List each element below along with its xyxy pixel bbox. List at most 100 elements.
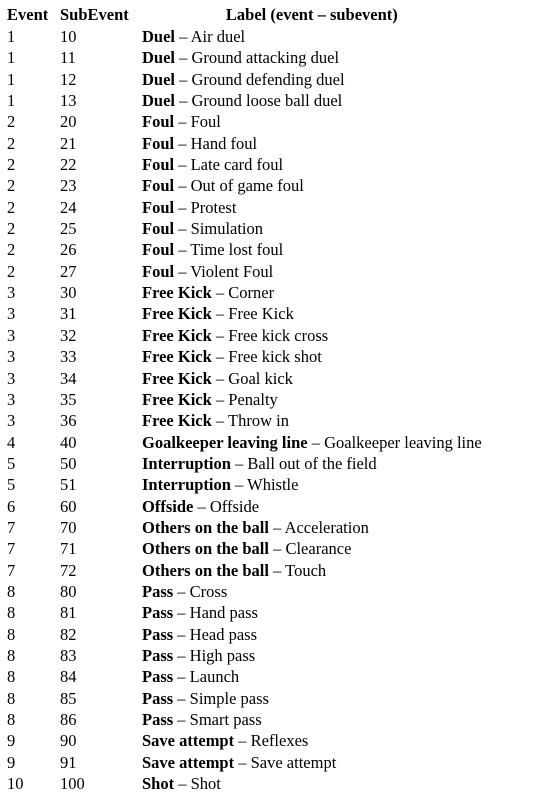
event-name: Foul	[142, 240, 175, 260]
label-cell: Free Kick – Penalty	[142, 389, 482, 410]
event-subevent-table: Event SubEvent Label (event – subevent) …	[7, 4, 482, 794]
label-cell: Offside – Offside	[142, 496, 482, 517]
label-separator: –	[173, 581, 190, 601]
label-separator: –	[211, 325, 229, 345]
table-row: 8 81 Pass – Hand pass	[7, 602, 482, 623]
event-id-cell: 9	[7, 731, 16, 751]
subevent-id-cell: 30	[60, 283, 77, 303]
event-id-cell: 3	[7, 325, 16, 345]
header-subevent: SubEvent	[60, 5, 129, 24]
table-row: 3 30 Free Kick – Corner	[7, 282, 482, 303]
table-header: Event SubEvent Label (event – subevent)	[7, 4, 482, 26]
subevent-name: Smart pass	[189, 710, 262, 729]
label-cell: Pass – High pass	[142, 645, 482, 666]
event-id-cell: 2	[7, 219, 16, 239]
label-separator: –	[211, 368, 229, 388]
label-separator: –	[268, 560, 286, 580]
subevent-name: Acceleration	[284, 517, 369, 537]
subevent-name: Clearance	[285, 539, 352, 559]
subevent-name: Out of game foul	[190, 176, 304, 196]
label-separator: –	[268, 517, 285, 537]
subevent-id-cell: 81	[60, 603, 77, 623]
subevent-name: Reflexes	[250, 731, 309, 751]
table-row: 3 31 Free Kick – Free Kick	[7, 303, 482, 324]
label-cell: Foul – Simulation	[142, 218, 482, 239]
table-row: 1 11 Duel – Ground attacking duel	[7, 47, 482, 68]
event-id-cell: 2	[7, 155, 16, 175]
subevent-name: Protest	[190, 197, 237, 217]
subevent-id-cell: 84	[60, 667, 77, 687]
subevent-name: Late card foul	[190, 155, 284, 175]
event-id-cell: 8	[7, 624, 16, 644]
event-id-cell: 2	[7, 197, 16, 217]
label-cell: Pass – Hand pass	[142, 602, 482, 623]
event-name: Duel	[142, 69, 175, 89]
event-id-cell: 5	[7, 453, 16, 473]
label-separator: –	[174, 176, 191, 196]
subevent-name: Air duel	[190, 27, 246, 46]
label-cell: Goalkeeper leaving line – Goalkeeper lea…	[142, 432, 482, 453]
event-id-cell: 3	[7, 347, 16, 367]
label-cell: Free Kick – Free kick shot	[142, 346, 482, 367]
label-separator: –	[174, 240, 191, 260]
event-name: Pass	[142, 645, 174, 665]
subevent-id-cell: 23	[60, 176, 77, 196]
subevent-id-cell: 24	[60, 197, 77, 217]
event-name: Foul	[142, 155, 175, 175]
label-cell: Interruption – Whistle	[142, 474, 482, 495]
label-cell: Foul – Violent Foul	[142, 261, 482, 282]
event-id-cell: 6	[7, 496, 16, 516]
event-name: Foul	[142, 133, 175, 153]
label-cell: Foul – Out of game foul	[142, 175, 482, 196]
event-name: Free Kick	[142, 283, 212, 303]
label-cell: Duel – Ground attacking duel	[142, 47, 482, 68]
event-name: Others on the ball	[142, 539, 269, 559]
label-separator: –	[268, 539, 286, 559]
label-separator: –	[175, 48, 192, 68]
event-name: Duel	[142, 27, 175, 46]
event-name: Interruption	[142, 453, 231, 473]
subevent-name: High pass	[189, 645, 256, 665]
event-name: Free Kick	[142, 325, 212, 345]
subevent-id-cell: 60	[60, 496, 77, 516]
subevent-name: Ball out of the field	[247, 453, 377, 473]
event-name: Foul	[142, 112, 175, 132]
label-separator: –	[174, 197, 191, 217]
table-row: 4 40 Goalkeeper leaving line – Goalkeeper …	[7, 432, 482, 453]
label-separator: –	[175, 27, 191, 46]
subevent-id-cell: 70	[60, 517, 77, 537]
table-body: 1 10 Duel – Air duel 1 11 Duel – Ground attac…	[7, 26, 482, 794]
header-row: Event SubEvent Label (event – subevent)	[7, 4, 482, 26]
table-row: 7 70 Others on the ball – Acceleration	[7, 517, 482, 538]
label-separator: –	[230, 453, 248, 473]
subevent-name: Goal kick	[228, 368, 293, 388]
table-row: 5 50 Interruption – Ball out of the field	[7, 453, 482, 474]
label-cell: Free Kick – Corner	[142, 282, 482, 303]
label-cell: Foul – Hand foul	[142, 133, 482, 154]
event-name: Foul	[142, 176, 175, 196]
event-id-cell: 8	[7, 667, 16, 687]
label-separator: –	[174, 112, 191, 132]
subevent-name: Time lost foul	[190, 240, 284, 260]
subevent-name: Free kick shot	[228, 347, 322, 367]
label-separator: –	[174, 261, 191, 281]
event-name: Save attempt	[142, 731, 235, 751]
table-row: 9 90 Save attempt – Reflexes	[7, 730, 482, 751]
event-id-cell: 2	[7, 176, 16, 196]
table-row: 7 71 Others on the ball – Clearance	[7, 538, 482, 559]
subevent-id-cell: 32	[60, 325, 77, 345]
table-row: 8 82 Pass – Head pass	[7, 624, 482, 645]
table-row: 8 86 Pass – Smart pass	[7, 709, 482, 730]
table-row: 3 33 Free Kick – Free kick shot	[7, 346, 482, 367]
label-separator: –	[211, 411, 228, 431]
event-id-cell: 9	[7, 752, 16, 772]
subevent-name: Free kick cross	[228, 325, 329, 345]
subevent-id-cell: 80	[60, 581, 77, 601]
event-id-cell: 1	[7, 69, 16, 89]
subevent-id-cell: 90	[60, 731, 77, 751]
subevent-id-cell: 21	[60, 133, 77, 153]
label-separator: –	[175, 69, 192, 89]
label-cell: Pass – Cross	[142, 581, 482, 602]
label-cell: Save attempt – Reflexes	[142, 730, 482, 751]
subevent-id-cell: 36	[60, 411, 77, 431]
